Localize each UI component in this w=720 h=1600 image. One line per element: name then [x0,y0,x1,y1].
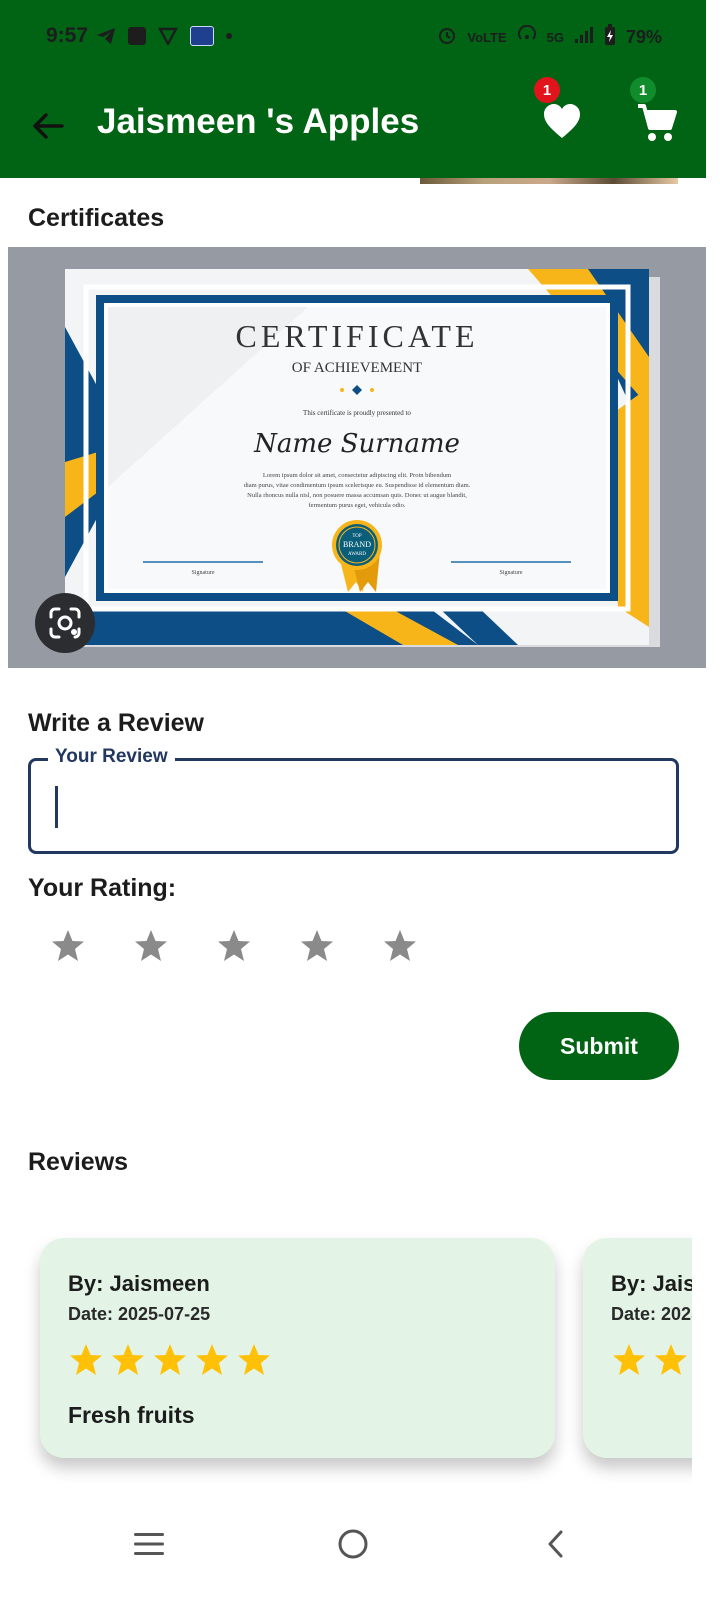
cart-button[interactable] [634,100,680,146]
back-button[interactable] [26,104,70,148]
cart-count-badge: 1 [630,77,656,103]
star-5-icon[interactable] [382,928,418,964]
star-icon [112,1344,144,1375]
star-icon [196,1344,228,1375]
certificate-body-line: Lorem ipsum dolor sit amet, consectetur … [263,472,451,479]
review-card: By: Jaismeen Date: 2025-07-25 Fresh frui… [40,1238,555,1458]
status-bar: 9:57 VoLTE 5G 79% [0,0,706,74]
review-comment: Fresh fruits [68,1402,195,1428]
review-input[interactable] [34,770,672,846]
submit-button[interactable]: Submit [519,1012,679,1080]
recent-apps-button[interactable] [119,1514,179,1574]
certificate-image[interactable]: CERTIFICATE OF ACHIEVEMENT This certific… [8,247,706,668]
star-2-icon[interactable] [133,928,169,964]
dot-icon [226,33,232,39]
seal-text: BRAND [343,540,371,549]
review-author: By: Jaismeen [68,1271,210,1296]
hotspot-icon [517,24,537,50]
certificate-presented-text: This certificate is proudly presented to [303,409,411,417]
shopping-cart-icon [638,104,677,141]
product-image-edge [420,178,678,184]
certificate-subtitle-text: OF ACHIEVEMENT [292,360,422,376]
star-icon [70,1344,102,1375]
signature-right-text: Signature [500,570,523,576]
favorites-count-badge: 1 [534,77,560,103]
seal-text: AWARD [348,552,366,557]
alarm-icon [437,25,457,50]
rating-stars [50,928,418,964]
review-author: By: Jaismeen [611,1271,692,1296]
menu-icon [134,1533,164,1555]
certificate-body-line: fermentum purus eget, vehicula odio. [308,502,405,509]
volte-label: VoLTE [467,30,507,45]
certificate-body-line: diam purus, vitae condimentum ipsum scel… [244,482,471,489]
heart-icon [544,104,580,138]
signature-left-text: Signature [192,570,215,576]
vpn-icon [158,27,178,45]
favorites-button[interactable] [540,100,584,144]
chevron-left-icon [548,1530,563,1558]
star-icon [655,1344,687,1375]
app-icon [190,26,214,46]
signal-icon [574,26,594,49]
certificates-heading: Certificates [28,204,165,232]
review-date: Date: 2025-07-25 [68,1304,211,1324]
certificate-name-text: Name Surname [253,429,460,459]
star-icon [238,1344,270,1375]
review-rating [611,1342,692,1378]
certificate-body-line: Nulla rhoncus nulla nisl, non posuere ma… [247,492,467,499]
battery-level: 79% [625,27,662,47]
system-back-button[interactable] [526,1514,586,1574]
camera-search-icon [49,607,81,639]
star-3-icon[interactable] [216,928,252,964]
system-icons: VoLTE 5G 79% [437,24,662,51]
star-4-icon[interactable] [299,928,335,964]
text-cursor [55,786,58,828]
certificate-graphic: CERTIFICATE OF ACHIEVEMENT This certific… [65,269,660,647]
battery-charging-icon [604,24,616,51]
certificate-title-text: CERTIFICATE [236,318,479,354]
seal-text: TOP [352,534,362,539]
arrow-left-icon [33,113,64,139]
notification-icons [96,26,232,46]
rating-label: Your Rating: [28,874,177,902]
review-rating [68,1342,272,1378]
star-1-icon[interactable] [50,928,86,964]
reviews-carousel[interactable]: By: Jaismeen Date: 2025-07-25 Fresh frui… [0,1210,692,1500]
star-icon [613,1344,645,1375]
star-icon [154,1344,186,1375]
home-button[interactable] [323,1514,383,1574]
page-title: Jaismeen 's Apples [97,102,420,141]
reviews-heading: Reviews [28,1148,129,1176]
circle-home-icon [338,1529,368,1559]
review-field-label: Your Review [48,746,175,768]
write-review-heading: Write a Review [28,709,205,737]
telegram-icon [96,27,116,45]
app-bar: Jaismeen 's Apples 1 1 [0,74,706,178]
review-date: Date: 2025-07-25 [611,1304,692,1324]
network-type: 5G [546,30,564,45]
mail-icon [128,27,146,45]
system-nav-bar [0,1500,720,1600]
status-time: 9:57 [46,24,89,47]
review-card: By: Jaismeen Date: 2025-07-25 [583,1238,692,1458]
image-search-button[interactable] [35,593,95,653]
